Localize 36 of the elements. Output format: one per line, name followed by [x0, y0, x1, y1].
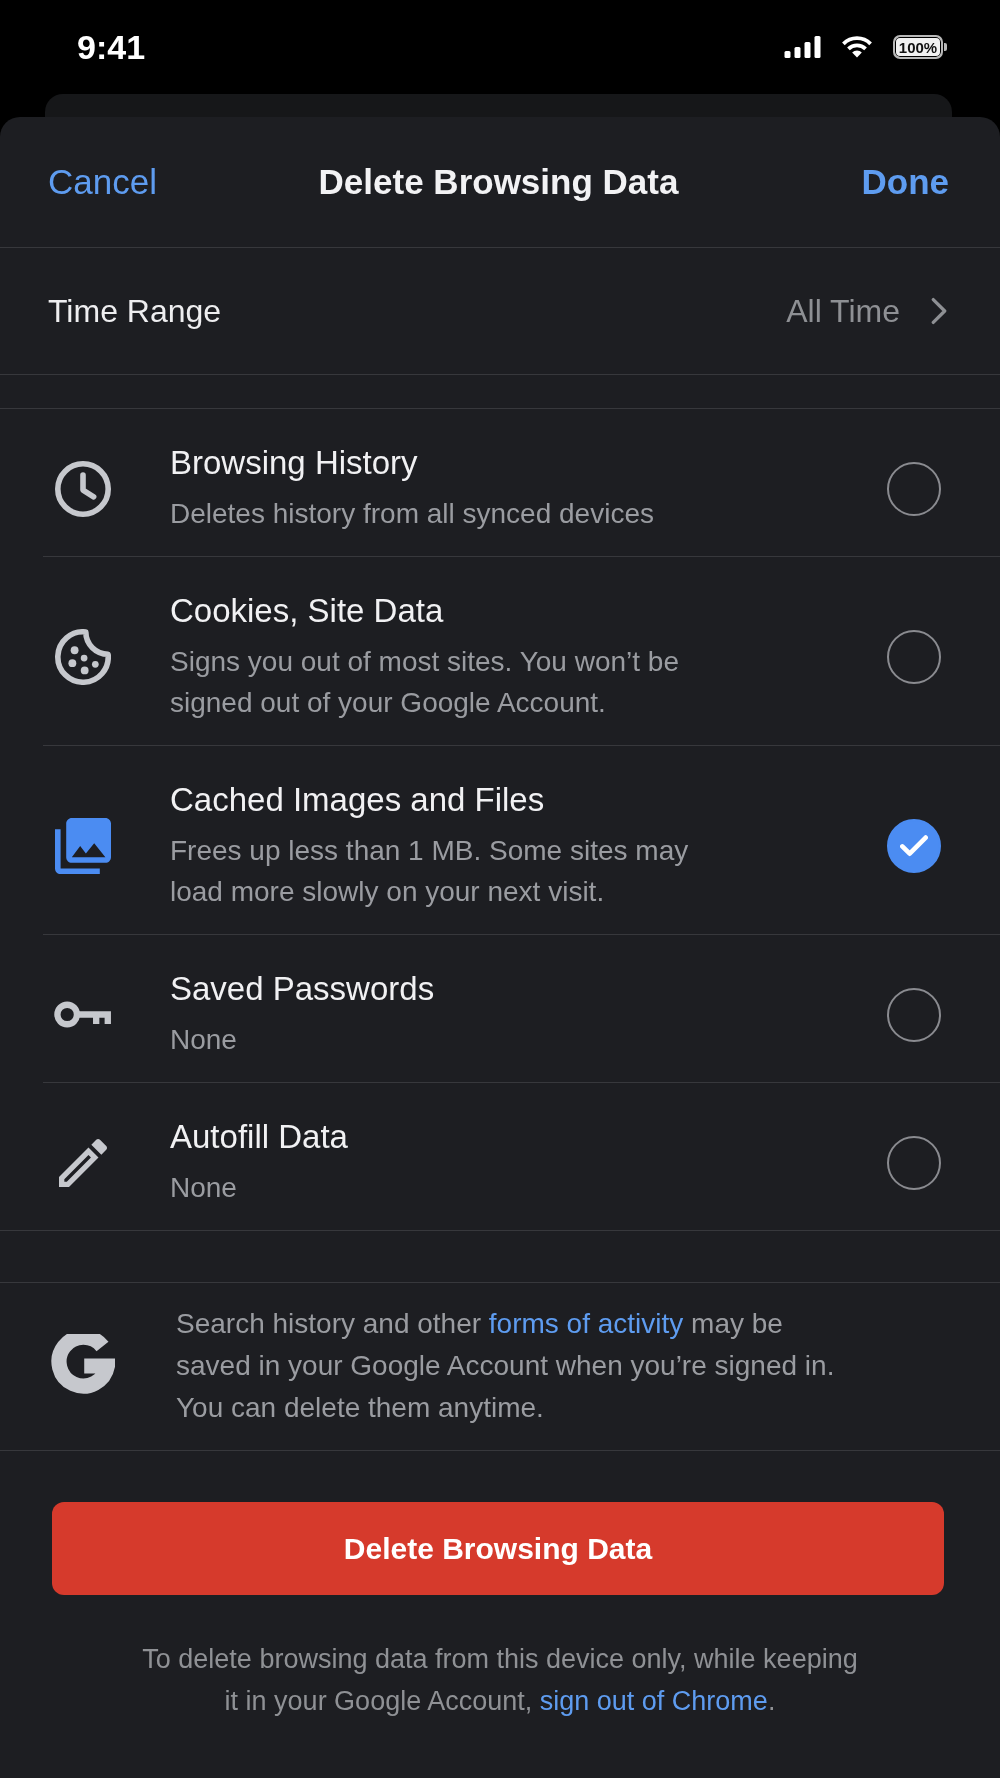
forms-of-activity-link[interactable]: forms of activity: [488, 1308, 684, 1339]
item-description: Frees up less than 1 MB. Some sites may load more slowly on your next visit.: [170, 834, 690, 909]
check-icon: [900, 835, 928, 857]
checkbox[interactable]: [887, 987, 941, 1042]
item-title: Cookies, Site Data: [170, 591, 445, 631]
footer-text: To delete browsing data from this device only, while keeping it in your Google Account, sign out of Chrome.: [141, 1643, 859, 1718]
pencil-icon: [59, 1138, 107, 1187]
clock-icon: [55, 460, 111, 517]
checkbox[interactable]: [887, 819, 941, 873]
item-title: Saved Passwords: [170, 969, 436, 1009]
done-button[interactable]: Done: [861, 162, 949, 202]
info-text: Search history and other forms of activity may be saved in your Google Account when you’re signed in. You can delete them anytime.: [176, 1307, 835, 1425]
key-icon: [54, 1000, 112, 1029]
signal-icon: [784, 36, 821, 58]
checkbox[interactable]: [887, 1135, 941, 1190]
cookie-icon: [55, 629, 111, 685]
item-title: Cached Images and Files: [170, 780, 546, 820]
status-time: 9:41: [77, 27, 146, 67]
photo-library-icon: [55, 818, 111, 874]
item-description: None: [170, 1171, 238, 1205]
chevron-right-icon[interactable]: [931, 297, 947, 325]
wifi-icon: [840, 36, 874, 58]
checkbox[interactable]: [887, 461, 941, 516]
time-range-value[interactable]: All Time: [786, 292, 900, 330]
battery-indicator: 100%: [893, 35, 947, 59]
item-title: Browsing History: [170, 443, 419, 483]
item-description: Deletes history from all synced devices: [170, 497, 655, 531]
delete-browsing-data-button[interactable]: Delete Browsing Data: [52, 1502, 944, 1595]
checkbox[interactable]: [887, 630, 941, 684]
sheet-title: Delete Browsing Data: [318, 162, 679, 202]
item-description: None: [170, 1023, 238, 1057]
time-range-label: Time Range: [48, 292, 223, 330]
item-description: Signs you out of most sites. You won’t be signed out of your Google Account.: [170, 645, 680, 720]
sign-out-link[interactable]: sign out of Chrome: [539, 1686, 768, 1716]
item-title: Autofill Data: [170, 1117, 349, 1157]
cancel-button[interactable]: Cancel: [48, 162, 157, 202]
